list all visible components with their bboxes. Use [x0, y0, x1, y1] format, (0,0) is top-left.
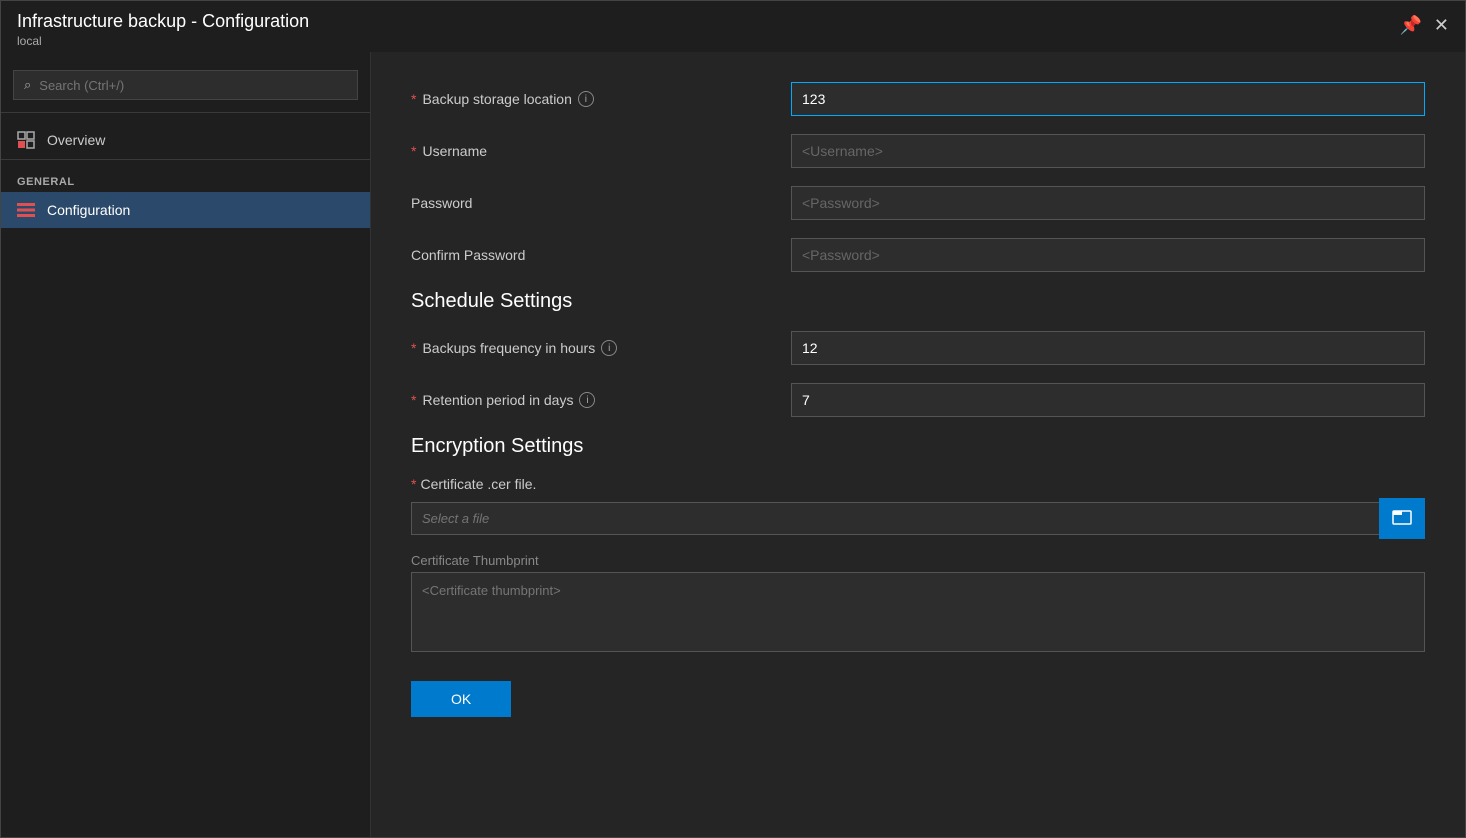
- window-subtitle: local: [17, 34, 309, 48]
- encryption-section: Encryption Settings Certificate .cer fil…: [411, 435, 1425, 657]
- username-row: Username: [411, 134, 1425, 168]
- retention-period-info-icon[interactable]: i: [579, 392, 595, 408]
- backup-storage-info-icon[interactable]: i: [578, 91, 594, 107]
- backup-storage-input[interactable]: [791, 82, 1425, 116]
- confirm-password-input[interactable]: [791, 238, 1425, 272]
- cert-file-label: Certificate .cer file.: [411, 476, 1425, 492]
- sidebar-section-general: GENERAL: [1, 168, 370, 192]
- sidebar-divider: [1, 112, 370, 113]
- password-label: Password: [411, 195, 791, 211]
- file-input-row: [411, 498, 1425, 539]
- sidebar-item-configuration-label: Configuration: [47, 202, 130, 218]
- sidebar: ⌕ Overview GENERAL: [1, 52, 371, 837]
- cert-file-label-row: Certificate .cer file.: [411, 476, 1425, 492]
- password-input[interactable]: [791, 186, 1425, 220]
- title-bar-controls: 📌 ✕: [1399, 15, 1449, 36]
- browse-icon: [1392, 507, 1412, 530]
- confirm-password-row: Confirm Password: [411, 238, 1425, 272]
- sidebar-item-configuration[interactable]: Configuration: [1, 192, 370, 228]
- title-bar: Infrastructure backup - Configuration lo…: [1, 1, 1465, 52]
- retention-period-label: Retention period in days i: [411, 392, 791, 408]
- sidebar-item-overview[interactable]: Overview: [1, 121, 370, 159]
- window: Infrastructure backup - Configuration lo…: [0, 0, 1466, 838]
- general-divider: [1, 159, 370, 160]
- backup-frequency-row: Backups frequency in hours i: [411, 331, 1425, 365]
- search-box[interactable]: ⌕: [13, 70, 358, 100]
- close-icon[interactable]: ✕: [1434, 15, 1449, 36]
- backup-frequency-info-icon[interactable]: i: [601, 340, 617, 356]
- sidebar-item-overview-label: Overview: [47, 132, 105, 148]
- file-browse-button[interactable]: [1379, 498, 1425, 539]
- username-label: Username: [411, 143, 791, 159]
- backup-frequency-label: Backups frequency in hours i: [411, 340, 791, 356]
- cert-file-input[interactable]: [411, 502, 1379, 535]
- thumbprint-textarea[interactable]: [411, 572, 1425, 652]
- encryption-settings-heading: Encryption Settings: [411, 435, 1425, 458]
- username-input[interactable]: [791, 134, 1425, 168]
- retention-period-row: Retention period in days i: [411, 383, 1425, 417]
- backup-storage-label: Backup storage location i: [411, 91, 791, 107]
- window-title: Infrastructure backup - Configuration: [17, 11, 309, 32]
- pin-icon[interactable]: 📌: [1399, 15, 1421, 36]
- title-bar-left: Infrastructure backup - Configuration lo…: [17, 11, 309, 48]
- retention-period-input[interactable]: [791, 383, 1425, 417]
- schedule-settings-heading: Schedule Settings: [411, 290, 1425, 313]
- main-content: ⌕ Overview GENERAL: [1, 52, 1465, 837]
- search-icon: ⌕: [24, 77, 31, 93]
- configuration-icon: [17, 203, 35, 217]
- backup-frequency-input[interactable]: [791, 331, 1425, 365]
- main-panel: Backup storage location i Username Passw…: [371, 52, 1465, 837]
- thumbprint-label: Certificate Thumbprint: [411, 553, 1425, 568]
- overview-icon: [17, 131, 35, 149]
- ok-button[interactable]: OK: [411, 681, 511, 717]
- password-row: Password: [411, 186, 1425, 220]
- confirm-password-label: Confirm Password: [411, 247, 791, 263]
- search-input[interactable]: [39, 78, 347, 93]
- backup-storage-row: Backup storage location i: [411, 82, 1425, 116]
